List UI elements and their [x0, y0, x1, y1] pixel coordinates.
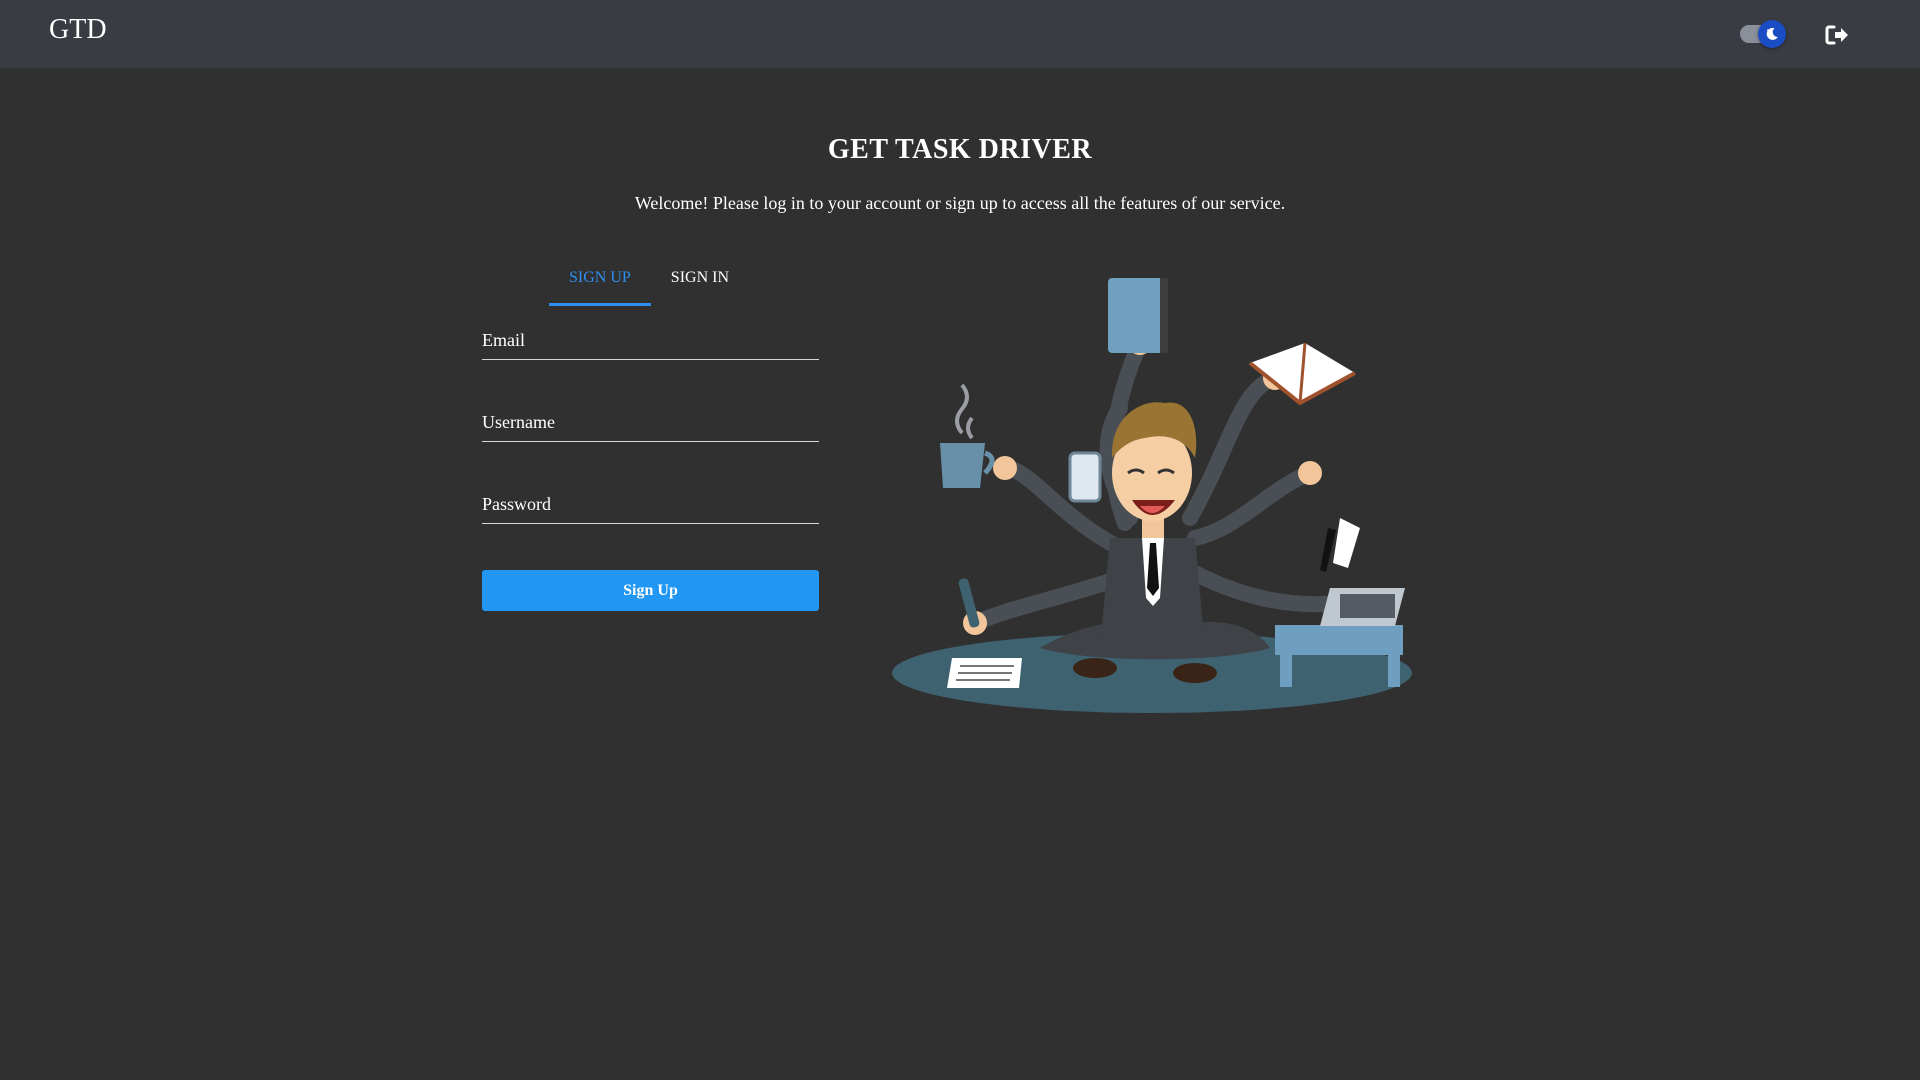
- tab-sign-up[interactable]: SIGN UP: [549, 258, 651, 306]
- email-field[interactable]: [482, 314, 819, 359]
- username-field[interactable]: [482, 396, 819, 441]
- page-title: GET TASK DRIVER: [827, 134, 1093, 165]
- tab-sign-in[interactable]: SIGN IN: [651, 258, 749, 306]
- moon-icon: [1766, 27, 1778, 40]
- auth-tabs: SIGN UP SIGN IN: [549, 258, 749, 306]
- multitasking-businessman-illustration: [892, 278, 1412, 713]
- brand-logo[interactable]: GTD: [49, 14, 107, 46]
- toggle-knob: [1758, 20, 1786, 48]
- password-field-wrapper: [482, 478, 819, 524]
- top-app-bar: GTD: [0, 0, 1920, 68]
- sign-up-button[interactable]: Sign Up: [482, 570, 819, 611]
- logout-button[interactable]: [1824, 22, 1850, 48]
- sign-out-icon: [1825, 25, 1848, 45]
- welcome-text: Welcome! Please log in to your account o…: [634, 193, 1286, 213]
- password-field[interactable]: [482, 478, 819, 523]
- username-field-wrapper: [482, 396, 819, 442]
- email-field-wrapper: [482, 314, 819, 360]
- theme-toggle[interactable]: [1740, 20, 1788, 48]
